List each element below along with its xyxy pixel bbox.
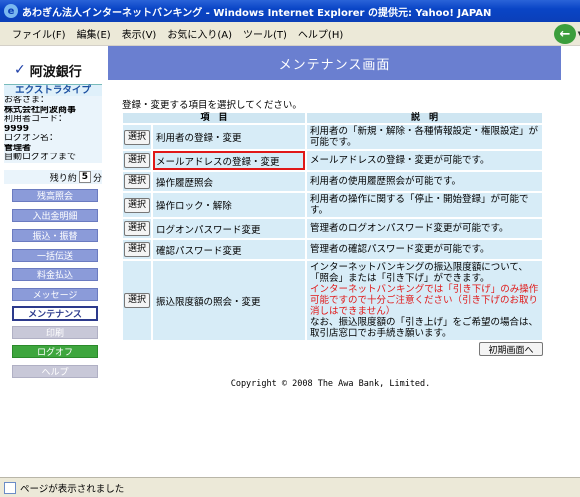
remaining-unit: 分 xyxy=(92,173,102,184)
table-row: 選択 確認パスワード変更 管理者の確認パスワード変更が可能です。 xyxy=(123,240,542,259)
nav-message[interactable]: メッセージ xyxy=(12,288,98,301)
customer-value: 株式会社阿波商事 xyxy=(4,105,77,115)
menu-edit[interactable]: 編集(E) xyxy=(77,26,111,41)
menu-view[interactable]: 表示(V) xyxy=(122,26,157,41)
select-button[interactable]: 選択 xyxy=(123,221,150,236)
nav-print[interactable]: 印刷 xyxy=(12,326,98,339)
remaining-label: 残り約 xyxy=(49,173,77,184)
window-titlebar: e あわぎん法人インターネットバンキング - Windows Internet … xyxy=(0,0,580,22)
instruction-text: 登録・変更する項目を選択してください。 xyxy=(122,100,302,111)
table-row: 選択 操作履歴照会 利用者の使用履歴照会が可能です。 xyxy=(123,172,542,191)
maintenance-table: 項 目 説 明 選択 利用者の登録・変更 利用者の「新規・解除・各種情報設定・権… xyxy=(121,111,544,342)
menu-file[interactable]: ファイル(F) xyxy=(12,26,66,41)
item-name-highlighted: メールアドレスの登録・変更 xyxy=(153,151,305,170)
item-description: メールアドレスの登録・変更が可能です。 xyxy=(307,151,542,170)
menu-bar: ファイル(F) 編集(E) 表示(V) お気に入り(A) ツール(T) ヘルプ(… xyxy=(0,22,580,46)
item-name: 操作ロック・解除 xyxy=(153,193,305,217)
page-icon xyxy=(4,481,16,494)
item-name: 利用者の登録・変更 xyxy=(153,125,305,149)
select-button[interactable]: 選択 xyxy=(123,129,150,145)
initial-screen-button[interactable]: 初期画面へ xyxy=(479,342,543,356)
column-header-description: 説 明 xyxy=(307,113,542,123)
bank-name: 阿波銀行 xyxy=(29,64,82,80)
item-name: 確認パスワード変更 xyxy=(153,240,305,259)
main-content: メンテナンス画面 登録・変更する項目を選択してください。 項 目 説 明 選択 … xyxy=(104,46,580,477)
menu-tools[interactable]: ツール(T) xyxy=(243,26,287,41)
autologout-label: 自動ログオフまで xyxy=(4,153,77,162)
remaining-time: 残り約 5 分 xyxy=(4,170,102,184)
limit-warning: インターネットバンキングでは「引き下げ」のみ操作可能ですので十分ご注意ください（… xyxy=(310,284,539,317)
table-row: 選択 ログオンパスワード変更 管理者のログオンパスワード変更が可能です。 xyxy=(123,219,542,238)
nav-logoff[interactable]: ログオフ xyxy=(12,345,98,358)
select-button[interactable]: 選択 xyxy=(123,242,150,257)
copyright: Copyright © 2008 The Awa Bank, Limited. xyxy=(230,379,431,389)
nav-balance[interactable]: 残高照会 xyxy=(12,189,98,202)
limit-description: インターネットバンキングの振込限度額について、「照会」または「引き下げ」ができま… xyxy=(310,262,528,284)
item-description: 管理者の確認パスワード変更が可能です。 xyxy=(307,240,542,259)
status-bar: ページが表示されました xyxy=(0,477,580,497)
nav-bulk-transfer[interactable]: 一括伝送 xyxy=(12,249,98,262)
item-description: 管理者のログオンパスワード変更が可能です。 xyxy=(307,219,542,238)
select-button[interactable]: 選択 xyxy=(123,153,150,168)
page-content: ✓ 阿波銀行 エクストラタイプ お客さま： 株式会社阿波商事 利用者コード： 9… xyxy=(0,46,580,477)
plan-type: エクストラタイプ xyxy=(4,84,102,96)
select-button[interactable]: 選択 xyxy=(123,174,150,189)
table-row: 選択 振込限度額の照会・変更 インターネットバンキングの振込限度額について、「照… xyxy=(123,261,542,340)
remaining-value: 5 xyxy=(78,171,91,183)
ie-icon: e xyxy=(4,4,18,18)
menu-favorites[interactable]: お気に入り(A) xyxy=(167,26,232,41)
login-value: 管理者 xyxy=(4,143,32,153)
column-header-item: 項 目 xyxy=(123,113,305,123)
nav-transfer[interactable]: 振込・振替 xyxy=(12,229,98,242)
sidebar: ✓ 阿波銀行 エクストラタイプ お客さま： 株式会社阿波商事 利用者コード： 9… xyxy=(0,46,104,477)
select-button[interactable]: 選択 xyxy=(123,197,150,213)
login-label: ログオン名： xyxy=(4,134,59,143)
menu-help[interactable]: ヘルプ(H) xyxy=(298,26,343,41)
item-name: 操作履歴照会 xyxy=(153,172,305,191)
status-text: ページが表示されました xyxy=(20,483,125,495)
nav-payment[interactable]: 料金払込 xyxy=(12,268,98,281)
item-description: 利用者の操作に関する「停止・開始登録」が可能です。 xyxy=(307,193,542,217)
window-title: あわぎん法人インターネットバンキング - Windows Internet Ex… xyxy=(22,7,492,19)
page-title: メンテナンス画面 xyxy=(108,46,561,80)
bank-mark-icon: ✓ xyxy=(14,62,26,78)
userid-value: 9999 xyxy=(4,124,30,134)
userid-label: 利用者コード： xyxy=(4,115,68,124)
nav-maintenance[interactable]: メンテナンス xyxy=(12,306,98,321)
item-description: 利用者の使用履歴照会が可能です。 xyxy=(307,172,542,191)
user-info: お客さま： 株式会社阿波商事 利用者コード： 9999 ログオン名： 管理者 自… xyxy=(4,96,102,163)
item-name: 振込限度額の照会・変更 xyxy=(153,261,305,340)
table-row: 選択 メールアドレスの登録・変更 メールアドレスの登録・変更が可能です。 xyxy=(123,151,542,170)
item-name: ログオンパスワード変更 xyxy=(153,219,305,238)
customer-label: お客さま： xyxy=(4,96,50,105)
nav-help[interactable]: ヘルプ xyxy=(12,365,98,378)
back-arrow-icon[interactable]: ← xyxy=(554,24,576,44)
table-row: 選択 操作ロック・解除 利用者の操作に関する「停止・開始登録」が可能です。 xyxy=(123,193,542,217)
select-button[interactable]: 選択 xyxy=(123,293,150,308)
bank-logo: ✓ 阿波銀行 xyxy=(14,60,100,80)
item-description: 利用者の「新規・解除・各種情報設定・権限設定」が可能です。 xyxy=(307,125,542,149)
nav-statement[interactable]: 入出金明細 xyxy=(12,209,98,222)
item-description: インターネットバンキングの振込限度額について、「照会」または「引き下げ」ができま… xyxy=(307,261,542,340)
limit-note: なお、振込限度額の「引き上げ」をご希望の場合は、取引店窓口でお手続き願います。 xyxy=(310,317,539,339)
table-row: 選択 利用者の登録・変更 利用者の「新規・解除・各種情報設定・権限設定」が可能で… xyxy=(123,125,542,149)
